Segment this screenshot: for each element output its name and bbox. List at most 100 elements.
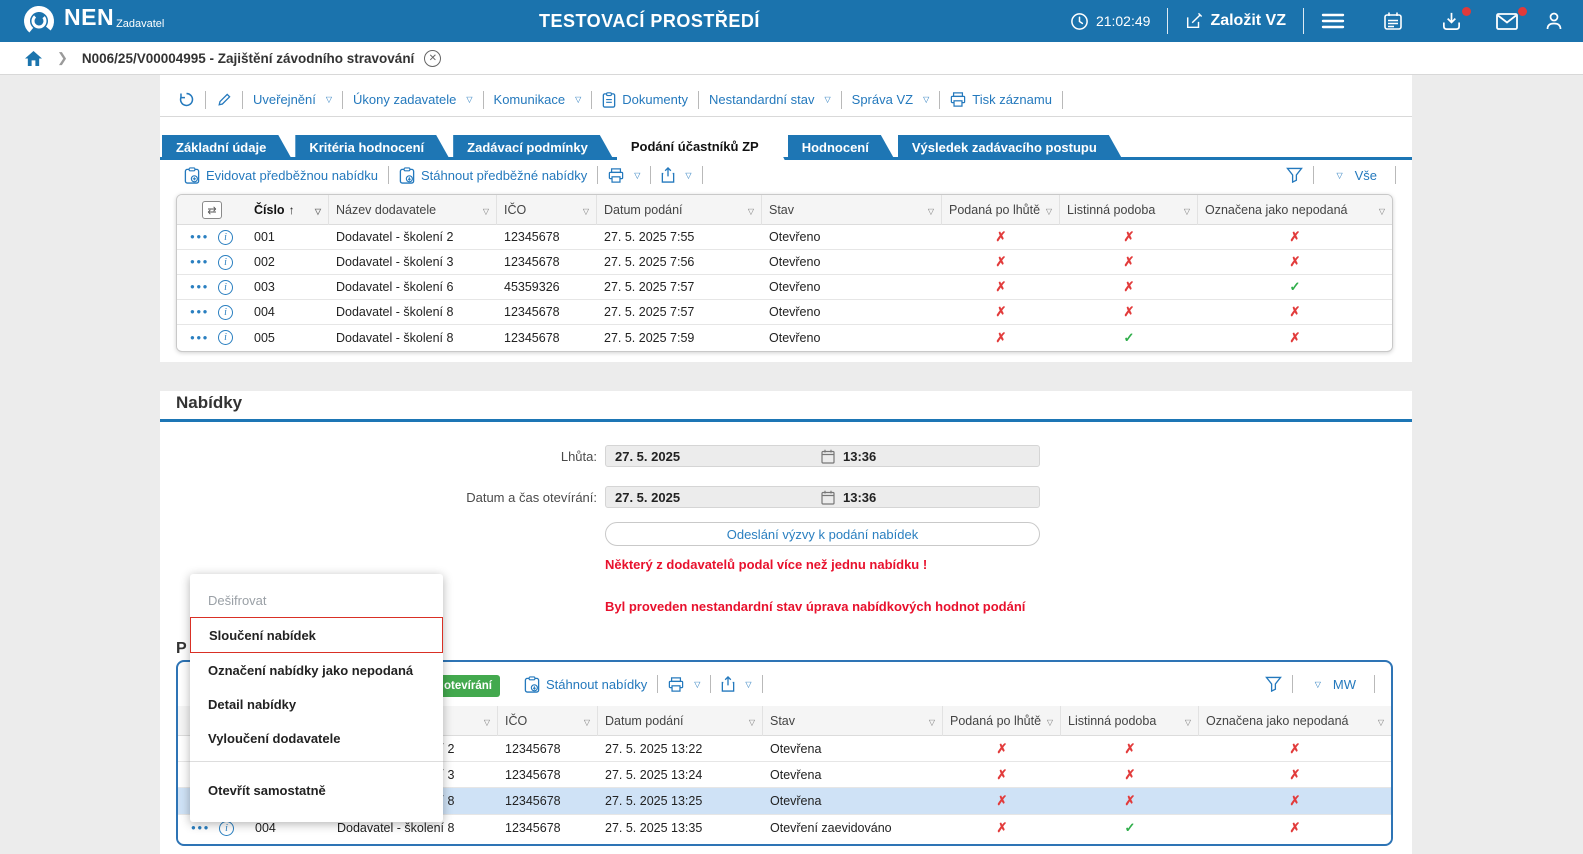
view-selector-table1[interactable]: Vše [1324,168,1385,183]
column-settings-button[interactable] [177,195,247,225]
filter-caret-icon[interactable] [583,203,589,217]
column-header-listinna-podoba[interactable]: Listinná podoba [1061,706,1199,736]
filter-icon[interactable] [1286,167,1303,183]
otevirani-button[interactable]: otevírání [436,675,500,697]
column-header-podana-po-lhute[interactable]: Podaná po lhůtě [942,195,1060,225]
tab-kriteria-hodnoceni[interactable]: Kritéria hodnocení [295,135,450,160]
menu-item-otevrit-samostatne[interactable]: Otevřít samostatně [190,770,443,810]
column-header-oznacena-jako-nepodana[interactable]: Označena jako nepodaná [1198,195,1392,225]
cell-cislo: 004 [247,305,329,319]
downloads-button[interactable] [1428,0,1475,42]
column-header-stav[interactable]: Stav [763,706,943,736]
column-header-stav[interactable]: Stav [762,195,942,225]
column-header-ico[interactable]: IČO [498,706,598,736]
tab-zadavaci-podminky[interactable]: Zadávací podmínky [453,135,614,160]
filter-caret-icon[interactable] [1379,203,1385,217]
toolbar-nestandardni-stav[interactable]: Nestandardní stav [701,92,839,107]
view-selector-table2[interactable]: MW [1303,677,1364,692]
filter-caret-icon[interactable] [929,714,935,728]
filter-caret-icon[interactable] [749,714,755,728]
info-icon[interactable] [219,821,234,836]
print-menu-button[interactable] [600,168,648,183]
tab-hodnoceni[interactable]: Hodnocení [788,135,895,160]
tab-zakladni-udaje[interactable]: Základní údaje [162,135,292,160]
column-header-cislo[interactable]: Číslo [247,195,329,225]
nen-logo[interactable]: NEN Zadavatel [22,4,164,38]
filter-caret-icon[interactable] [1185,714,1191,728]
column-header-datum-podani[interactable]: Datum podání [598,706,763,736]
calendar-button[interactable] [1370,0,1416,42]
filter-caret-icon[interactable] [315,203,321,217]
filter-caret-icon[interactable] [1046,203,1052,217]
filter-caret-icon[interactable] [1378,714,1384,728]
filter-caret-icon[interactable] [483,203,489,217]
table-row[interactable]: 004 Dodavatel - školení 8 12345678 27. 5… [177,300,1392,325]
otevirani-time-value[interactable]: 13:36 [843,490,876,505]
filter-caret-icon[interactable] [1184,203,1190,217]
column-header-datum-podani[interactable]: Datum podání [597,195,762,225]
nen-logo-icon [22,4,56,38]
column-header-oznacena-jako-nepodana[interactable]: Označena jako nepodaná [1199,706,1391,736]
history-button[interactable] [170,91,203,108]
odeslani-vyzvy-button[interactable]: Odeslání výzvy k podání nabídek [605,522,1040,546]
export-menu-button[interactable] [713,676,759,692]
edit-button[interactable] [208,92,240,108]
lhuta-time-value[interactable]: 13:36 [843,449,876,464]
column-header-ico[interactable]: IČO [497,195,597,225]
info-icon[interactable] [218,305,233,320]
menu-item-vylouceni-dodavatele[interactable]: Vyloučení dodavatele [190,721,443,755]
menu-item-detail-nabidky[interactable]: Detail nabídky [190,687,443,721]
info-icon[interactable] [218,280,233,295]
evidovat-predbeznou-nabidku-button[interactable]: Evidovat předběžnou nabídku [176,167,386,184]
info-icon[interactable] [218,230,233,245]
filter-caret-icon[interactable] [1047,714,1053,728]
create-vz-button[interactable]: Založit VZ [1172,0,1299,42]
row-menu-button[interactable] [190,821,211,835]
calendar-icon[interactable] [821,490,835,505]
filter-icon[interactable] [1265,676,1282,692]
filter-caret-icon[interactable] [928,203,934,217]
breadcrumb-item[interactable]: N006/25/V00004995 - Zajištění závodního … [82,51,414,66]
toolbar-dokumenty[interactable]: Dokumenty [594,92,696,108]
tab-vysledek-zadavaciho-postupu[interactable]: Výsledek zadávacího postupu [898,135,1123,160]
home-icon[interactable] [24,50,43,67]
stahnout-predbezne-nabidky-button[interactable]: Stáhnout předběžné nabídky [391,167,595,184]
table-row[interactable]: 003 Dodavatel - školení 6 45359326 27. 5… [177,275,1392,300]
column-header-nazev-dodavatele[interactable]: Název dodavatele [329,195,497,225]
filter-caret-icon[interactable] [584,714,590,728]
toolbar-uverejneni[interactable]: Uveřejnění [245,92,340,107]
lhuta-field[interactable]: 27. 5. 2025 13:36 [605,445,1040,467]
menu-button[interactable] [1308,0,1358,42]
table-row[interactable]: 001 Dodavatel - školení 2 12345678 27. 5… [177,225,1392,250]
row-menu-button[interactable] [189,305,210,319]
info-icon[interactable] [218,255,233,270]
filter-caret-icon[interactable] [484,714,490,728]
toolbar-ukony-zadavatele[interactable]: Úkony zadavatele [345,92,481,107]
toolbar-sprava-vz[interactable]: Správa VZ [844,92,938,107]
info-icon[interactable] [218,330,233,345]
row-menu-button[interactable] [189,230,210,244]
column-header-listinna-podoba[interactable]: Listinná podoba [1060,195,1198,225]
table-row[interactable]: 002 Dodavatel - školení 3 12345678 27. 5… [177,250,1392,275]
table-row[interactable]: 005 Dodavatel - školení 8 12345678 27. 5… [177,325,1392,350]
stahnout-nabidky-button[interactable]: Stáhnout nabídky [516,676,655,693]
tab-podani-ucastniku-zp[interactable]: Podání účastníků ZP [617,132,785,160]
menu-item-slouceni-nabidek[interactable]: Sloučení nabídek [190,617,443,653]
otevirani-field[interactable]: 27. 5. 2025 13:36 [605,486,1040,508]
toolbar-komunikace[interactable]: Komunikace [486,92,590,107]
calendar-icon[interactable] [821,449,835,464]
print-menu-button[interactable] [660,677,708,692]
filter-caret-icon[interactable] [748,203,754,217]
close-tab-icon[interactable] [424,50,441,67]
column-header-podana-po-lhute[interactable]: Podaná po lhůtě [943,706,1061,736]
messages-button[interactable] [1483,0,1531,42]
row-menu-button[interactable] [189,331,210,345]
menu-item-oznaceni-nabidky-jako-nepodana[interactable]: Označení nabídky jako nepodaná [190,653,443,687]
profile-button[interactable] [1531,0,1577,42]
export-menu-button[interactable] [653,167,699,183]
row-menu-button[interactable] [189,280,210,294]
otevirani-date-value[interactable]: 27. 5. 2025 [606,490,821,505]
row-menu-button[interactable] [189,255,210,269]
lhuta-date-value[interactable]: 27. 5. 2025 [606,449,821,464]
toolbar-tisk-zaznamu[interactable]: Tisk záznamu [942,92,1060,107]
